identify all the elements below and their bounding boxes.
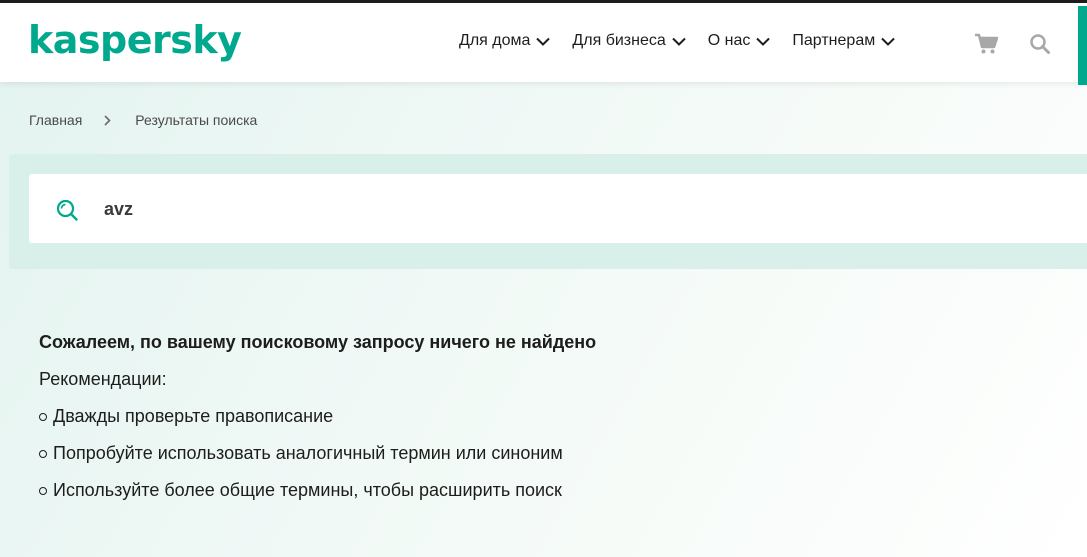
chevron-down-icon (756, 37, 771, 46)
search-icon[interactable] (1029, 33, 1051, 60)
tip-text: Используйте более общие термины, чтобы р… (53, 480, 562, 500)
kaspersky-logo[interactable]: kaspersky (28, 18, 242, 62)
breadcrumb: Главная Результаты поиска (29, 112, 257, 128)
breadcrumb-home[interactable]: Главная (29, 112, 82, 128)
site-header: kaspersky Для дома Для бизнеса О нас Пар… (0, 3, 1087, 85)
nav-item-business[interactable]: Для бизнеса (572, 32, 686, 50)
nav-item-label: Для дома (459, 32, 531, 49)
search-query-value[interactable]: avz (104, 199, 133, 220)
main-nav: Для дома Для бизнеса О нас Партнерам (459, 32, 895, 50)
recommendations-label: Рекомендации: (39, 369, 167, 389)
bullet-circle-icon (39, 412, 47, 421)
nav-item-label: О нас (707, 32, 751, 49)
list-item: Попробуйте использовать аналогичный терм… (39, 443, 596, 464)
search-icon (55, 198, 79, 227)
nav-item-label: Для бизнеса (572, 32, 666, 49)
bullet-circle-icon (39, 449, 47, 458)
cart-icon[interactable] (974, 33, 999, 60)
chevron-down-icon (536, 37, 551, 46)
tip-text: Попробуйте использовать аналогичный терм… (53, 443, 563, 463)
search-results: Сожалеем, по вашему поисковому запросу н… (39, 332, 596, 517)
header-accent-bar (1078, 6, 1087, 85)
list-item: Дважды проверьте правописание (39, 406, 596, 427)
nav-item-label: Партнерам (792, 32, 876, 49)
bullet-circle-icon (39, 486, 47, 495)
chevron-down-icon (672, 37, 686, 46)
nav-item-partners[interactable]: Партнерам (792, 32, 895, 50)
search-input[interactable] (29, 174, 1087, 243)
chevron-right-icon (104, 114, 111, 126)
list-item: Используйте более общие термины, чтобы р… (39, 480, 596, 501)
breadcrumb-current: Результаты поиска (135, 112, 258, 128)
nav-item-home[interactable]: Для дома (459, 32, 551, 50)
tip-text: Дважды проверьте правописание (53, 406, 334, 426)
recommendations-list: Дважды проверьте правописание Попробуйте… (39, 406, 596, 501)
no-results-heading: Сожалеем, по вашему поисковому запросу н… (39, 332, 597, 352)
chevron-down-icon (881, 37, 895, 46)
nav-item-about[interactable]: О нас (708, 32, 771, 50)
